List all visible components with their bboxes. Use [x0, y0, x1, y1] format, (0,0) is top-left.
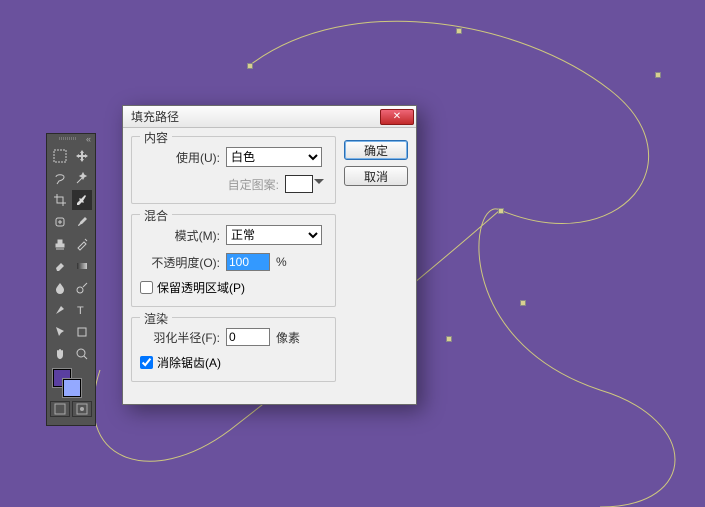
zoom-tool[interactable] [72, 344, 92, 364]
blend-legend: 混合 [140, 207, 172, 224]
dialog-titlebar[interactable]: 填充路径 ✕ [123, 106, 416, 128]
use-select[interactable]: 白色 [226, 147, 322, 167]
blend-group: 混合 模式(M): 正常 不透明度(O): % 保留透明区域(P) [131, 214, 336, 307]
path-anchor[interactable] [655, 72, 661, 78]
eraser-tool[interactable] [50, 256, 70, 276]
preserve-transparency-checkbox[interactable]: 保留透明区域(P) [140, 279, 327, 296]
antialias-checkbox-input[interactable] [140, 356, 153, 369]
feather-unit: 像素 [276, 329, 300, 346]
cancel-button[interactable]: 取消 [344, 166, 408, 186]
opacity-unit: % [276, 255, 287, 269]
collapse-icon[interactable]: « [86, 134, 91, 144]
hand-tool[interactable] [50, 344, 70, 364]
pen-tool[interactable] [50, 300, 70, 320]
path-select-tool[interactable] [50, 322, 70, 342]
close-button[interactable]: ✕ [380, 109, 414, 125]
healing-tool[interactable] [50, 212, 70, 232]
shape-tool[interactable] [72, 322, 92, 342]
feather-input[interactable] [226, 328, 270, 346]
screen-mode-quickmask[interactable] [72, 401, 92, 417]
ok-button[interactable]: 确定 [344, 140, 408, 160]
path-anchor[interactable] [498, 208, 504, 214]
path-anchor[interactable] [456, 28, 462, 34]
stamp-tool[interactable] [50, 234, 70, 254]
antialias-label: 消除锯齿(A) [157, 354, 221, 371]
color-swatches[interactable] [47, 367, 95, 399]
preserve-checkbox-input[interactable] [140, 281, 153, 294]
opacity-input[interactable] [226, 253, 270, 271]
render-legend: 渲染 [140, 310, 172, 327]
lasso-tool[interactable] [50, 168, 70, 188]
blur-tool[interactable] [50, 278, 70, 298]
close-icon: ✕ [393, 111, 401, 122]
content-group: 内容 使用(U): 白色 自定图案: [131, 136, 336, 204]
custom-pattern-label: 自定图案: [228, 176, 279, 193]
mode-select[interactable]: 正常 [226, 225, 322, 245]
dialog-title: 填充路径 [131, 108, 179, 125]
mode-label: 模式(M): [140, 227, 220, 244]
screen-mode-standard[interactable] [50, 401, 70, 417]
path-anchor[interactable] [520, 300, 526, 306]
marquee-tool[interactable] [50, 146, 70, 166]
tools-panel-header[interactable]: « [47, 134, 95, 143]
fill-path-dialog: 填充路径 ✕ 内容 使用(U): 白色 自定图案: 混合 模式(M): [122, 105, 417, 405]
dodge-tool[interactable] [72, 278, 92, 298]
tools-panel: « T [46, 133, 96, 426]
gradient-tool[interactable] [72, 256, 92, 276]
feather-label: 羽化半径(F): [140, 329, 220, 346]
history-brush-tool[interactable] [72, 234, 92, 254]
preserve-label: 保留透明区域(P) [157, 279, 245, 296]
crop-tool[interactable] [50, 190, 70, 210]
svg-text:T: T [77, 305, 84, 317]
background-swatch[interactable] [63, 379, 81, 397]
render-group: 渲染 羽化半径(F): 像素 消除锯齿(A) [131, 317, 336, 382]
type-tool[interactable]: T [72, 300, 92, 320]
eyedropper-tool[interactable] [72, 190, 92, 210]
opacity-label: 不透明度(O): [140, 254, 220, 271]
path-anchor[interactable] [247, 63, 253, 69]
antialias-checkbox[interactable]: 消除锯齿(A) [140, 354, 327, 371]
custom-pattern-picker[interactable] [285, 175, 313, 193]
brush-tool[interactable] [72, 212, 92, 232]
move-tool[interactable] [72, 146, 92, 166]
path-anchor[interactable] [446, 336, 452, 342]
use-label: 使用(U): [140, 149, 220, 166]
magic-wand-tool[interactable] [72, 168, 92, 188]
content-legend: 内容 [140, 129, 172, 146]
